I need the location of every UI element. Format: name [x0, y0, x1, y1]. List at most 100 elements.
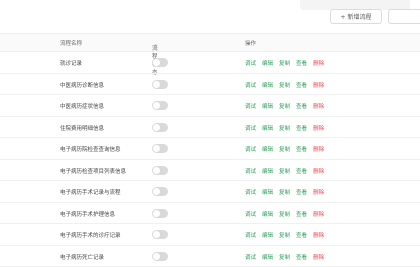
- process-name: 电子病历手术护理信息: [60, 210, 115, 218]
- table-row: 电子病历手术护理信息 调试编辑复制查看删除: [0, 203, 420, 225]
- view-action[interactable]: 查看: [296, 212, 307, 218]
- sort-icon[interactable]: ⇅: [154, 44, 158, 50]
- debug-action[interactable]: 调试: [245, 126, 256, 132]
- row-actions: 调试编辑复制查看删除: [245, 59, 330, 67]
- table-header: 流程名称 流程状态⇅ 操作: [0, 33, 420, 52]
- status-toggle[interactable]: [152, 80, 168, 89]
- delete-action[interactable]: 删除: [313, 104, 324, 110]
- process-name: 中医病历症状信息: [60, 102, 104, 110]
- delete-action[interactable]: 删除: [313, 126, 324, 132]
- edit-action[interactable]: 编辑: [262, 233, 273, 239]
- copy-action[interactable]: 复制: [279, 190, 290, 196]
- status-toggle[interactable]: [152, 252, 168, 261]
- view-action[interactable]: 查看: [296, 147, 307, 153]
- debug-action[interactable]: 调试: [245, 169, 256, 175]
- copy-action[interactable]: 复制: [279, 83, 290, 89]
- copy-action[interactable]: 复制: [279, 126, 290, 132]
- copy-action[interactable]: 复制: [279, 255, 290, 261]
- edit-action[interactable]: 编辑: [262, 169, 273, 175]
- status-toggle[interactable]: [152, 187, 168, 196]
- copy-action[interactable]: 复制: [279, 61, 290, 67]
- debug-action[interactable]: 调试: [245, 190, 256, 196]
- edit-action[interactable]: 编辑: [262, 104, 273, 110]
- row-actions: 调试编辑复制查看删除: [245, 102, 330, 110]
- delete-action[interactable]: 删除: [313, 169, 324, 175]
- view-action[interactable]: 查看: [296, 104, 307, 110]
- edit-action[interactable]: 编辑: [262, 147, 273, 153]
- debug-action[interactable]: 调试: [245, 255, 256, 261]
- delete-action[interactable]: 删除: [313, 212, 324, 218]
- status-toggle[interactable]: [152, 58, 168, 67]
- view-action[interactable]: 查看: [296, 126, 307, 132]
- view-action[interactable]: 查看: [296, 61, 307, 67]
- edit-action[interactable]: 编辑: [262, 212, 273, 218]
- debug-action[interactable]: 调试: [245, 61, 256, 67]
- delete-action[interactable]: 删除: [313, 255, 324, 261]
- process-name: 电子病历手术的诊疗记录: [60, 231, 121, 239]
- add-button-label: + 新增流程: [341, 12, 372, 21]
- toggle-knob: [153, 210, 160, 217]
- delete-action[interactable]: 删除: [313, 233, 324, 239]
- toggle-knob: [153, 102, 160, 109]
- status-toggle[interactable]: [152, 123, 168, 132]
- process-name: 住院费用明细信息: [60, 124, 104, 132]
- delete-action[interactable]: 删除: [313, 190, 324, 196]
- view-action[interactable]: 查看: [296, 255, 307, 261]
- status-toggle[interactable]: [152, 230, 168, 239]
- table-row: 就诊记录 调试编辑复制查看删除: [0, 52, 420, 74]
- table-row: 中医病历诊断信息 调试编辑复制查看删除: [0, 74, 420, 96]
- toggle-knob: [153, 124, 160, 131]
- row-actions: 调试编辑复制查看删除: [245, 231, 330, 239]
- toggle-knob: [153, 253, 160, 260]
- table-row: 中医病历症状信息 调试编辑复制查看删除: [0, 95, 420, 117]
- view-action[interactable]: 查看: [296, 83, 307, 89]
- edit-action[interactable]: 编辑: [262, 61, 273, 67]
- table-row: 电子病历检查项目列表信息调试编辑复制查看删除: [0, 160, 420, 182]
- process-name: 电子病历死亡记录: [60, 253, 104, 261]
- view-action[interactable]: 查看: [296, 190, 307, 196]
- delete-action[interactable]: 删除: [313, 83, 324, 89]
- edit-action[interactable]: 编辑: [262, 255, 273, 261]
- copy-action[interactable]: 复制: [279, 147, 290, 153]
- edit-action[interactable]: 编辑: [262, 126, 273, 132]
- copy-action[interactable]: 复制: [279, 233, 290, 239]
- status-toggle[interactable]: [152, 166, 168, 175]
- view-action[interactable]: 查看: [296, 169, 307, 175]
- status-toggle[interactable]: [152, 209, 168, 218]
- process-name: 电子病历手术记录与流程: [60, 188, 121, 196]
- copy-action[interactable]: 复制: [279, 169, 290, 175]
- row-actions: 调试编辑复制查看删除: [245, 81, 330, 89]
- table-row: 住院费用明细信息 调试编辑复制查看删除: [0, 117, 420, 139]
- table-row: 电子病历院检查查询信息 调试编辑复制查看删除: [0, 138, 420, 160]
- process-name: 中医病历诊断信息: [60, 81, 104, 89]
- view-action[interactable]: 查看: [296, 233, 307, 239]
- top-toolbar: + 新增流程: [0, 0, 420, 32]
- toggle-knob: [153, 81, 160, 88]
- row-actions: 调试编辑复制查看删除: [245, 188, 330, 196]
- process-name: 电子病历院检查查询信息: [60, 145, 121, 153]
- process-name: 就诊记录: [60, 59, 82, 67]
- debug-action[interactable]: 调试: [245, 83, 256, 89]
- toggle-knob: [153, 231, 160, 238]
- edit-action[interactable]: 编辑: [262, 190, 273, 196]
- add-process-button[interactable]: + 新增流程: [330, 9, 382, 24]
- copy-action[interactable]: 复制: [279, 212, 290, 218]
- debug-action[interactable]: 调试: [245, 212, 256, 218]
- delete-action[interactable]: 删除: [313, 147, 324, 153]
- table-row: 电子病历死亡记录 调试编辑复制查看删除: [0, 246, 420, 267]
- debug-action[interactable]: 调试: [245, 147, 256, 153]
- delete-action[interactable]: 删除: [313, 61, 324, 67]
- row-actions: 调试编辑复制查看删除: [245, 253, 330, 261]
- toggle-knob: [153, 59, 160, 66]
- more-button[interactable]: [388, 9, 420, 24]
- status-toggle[interactable]: [152, 101, 168, 110]
- status-toggle[interactable]: [152, 144, 168, 153]
- edit-action[interactable]: 编辑: [262, 83, 273, 89]
- header-ops: 操作: [245, 39, 256, 47]
- debug-action[interactable]: 调试: [245, 104, 256, 110]
- debug-action[interactable]: 调试: [245, 233, 256, 239]
- process-table: 流程名称 流程状态⇅ 操作 就诊记录调试编辑复制查看删除中医病历诊断信息调试编辑…: [0, 33, 420, 267]
- table-body: 就诊记录调试编辑复制查看删除中医病历诊断信息调试编辑复制查看删除中医病历症状信息…: [0, 52, 420, 267]
- copy-action[interactable]: 复制: [279, 104, 290, 110]
- table-row: 电子病历手术记录与流程 调试编辑复制查看删除: [0, 181, 420, 203]
